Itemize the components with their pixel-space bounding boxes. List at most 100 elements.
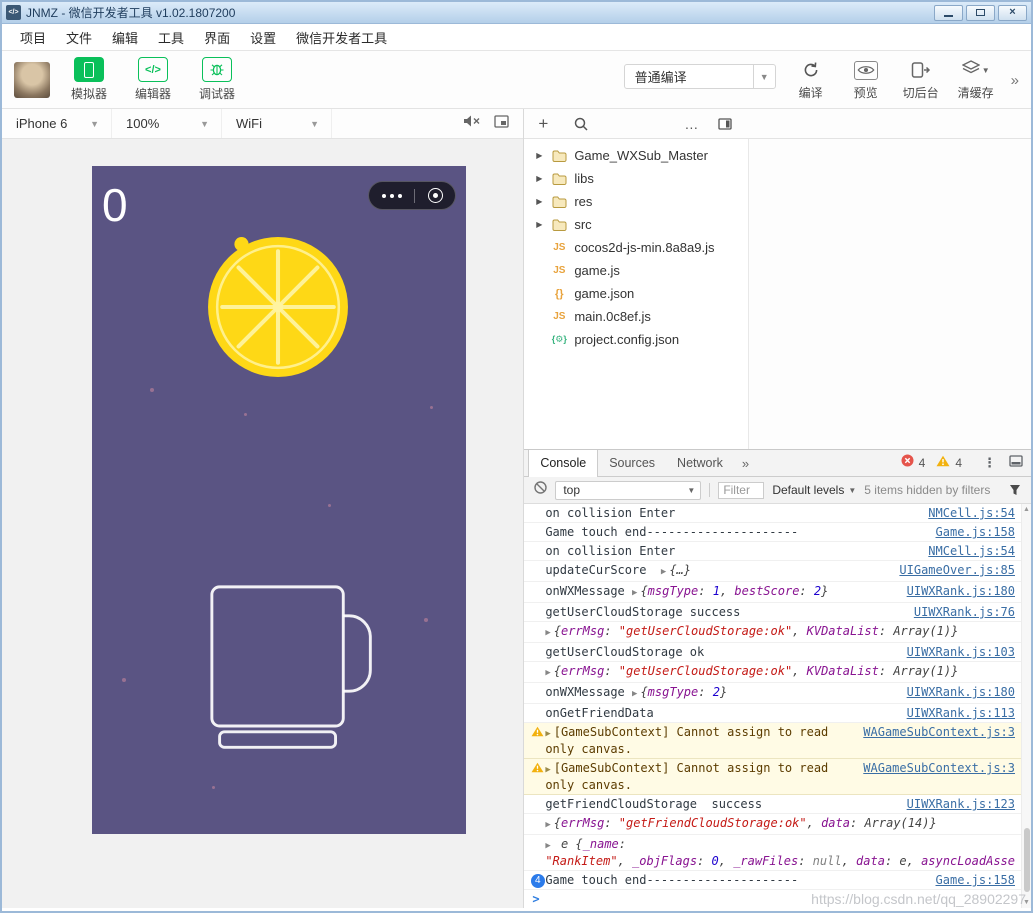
expand-arrow-icon[interactable]: ▶ [632, 588, 637, 598]
source-link[interactable]: NMCell.js:54 [928, 544, 1015, 559]
collapse-arrow-icon[interactable]: ▶ [534, 174, 544, 183]
compile-mode-select[interactable]: 普通编译 ▼ [624, 64, 776, 89]
collapse-arrow-icon[interactable]: ▶ [534, 197, 544, 206]
kebab-menu-icon[interactable]: ⋮ [983, 455, 996, 471]
collapse-arrow-icon[interactable]: ▶ [534, 151, 544, 160]
source-link[interactable]: UIWXRank.js:113 [907, 706, 1015, 721]
tree-item-file[interactable]: {}game.json [524, 282, 748, 305]
console-prompt[interactable]: > [524, 890, 1021, 908]
tree-item-folder[interactable]: ▶res [524, 190, 748, 213]
expand-arrow-icon[interactable]: ▶ [632, 689, 637, 699]
expand-arrow-icon[interactable]: ▶ [661, 567, 666, 577]
minimize-button[interactable] [934, 5, 963, 21]
tab-network[interactable]: Network [666, 450, 734, 476]
tabbar-right: 4 4 ⋮ [901, 454, 1023, 472]
more-options-icon[interactable] [382, 194, 402, 198]
scrollbar-thumb[interactable] [1024, 828, 1030, 892]
source-link[interactable]: UIGameOver.js:85 [899, 563, 1015, 578]
source-link[interactable]: UIWXRank.js:103 [907, 645, 1015, 660]
message-icon-slot [530, 624, 545, 625]
expand-arrow-icon[interactable]: ▶ [545, 668, 550, 678]
simulator-button[interactable]: 模拟器 [64, 57, 114, 102]
source-link[interactable]: UIWXRank.js:76 [914, 605, 1015, 620]
menu-item[interactable]: 编辑 [102, 28, 148, 47]
tree-item-folder[interactable]: ▶ libs [524, 167, 748, 190]
console-scrollbar[interactable]: ▲ ▼ [1021, 504, 1031, 908]
menu-item[interactable]: 设置 [240, 28, 286, 47]
debugger-button[interactable]: 调试器 [192, 57, 242, 102]
layout-toggle-icon[interactable] [718, 109, 732, 139]
close-button[interactable]: × [998, 5, 1027, 21]
scroll-up-icon[interactable]: ▲ [1022, 506, 1031, 513]
token: } [929, 816, 936, 830]
menu-item[interactable]: 项目 [10, 28, 56, 47]
menu-item[interactable]: 微信开发者工具 [286, 28, 397, 47]
message-icon-slot [530, 605, 545, 606]
menu-item[interactable]: 工具 [148, 28, 194, 47]
file-name: cocos2d-js-min.8a8a9.js [574, 240, 714, 255]
dock-side-icon[interactable] [1009, 454, 1023, 472]
toolbar-more-button[interactable]: » [1011, 72, 1019, 89]
menu-item[interactable]: 文件 [56, 28, 102, 47]
tree-item-folder[interactable]: ▶Game_WXSub_Master [524, 144, 748, 167]
tree-item-file[interactable]: JScocos2d-js-min.8a8a9.js [524, 236, 748, 259]
tabs-overflow-icon[interactable]: » [734, 456, 757, 471]
more-options-icon[interactable]: … [684, 109, 699, 139]
expand-arrow-icon[interactable]: ▶ [545, 628, 550, 638]
switch-background-button[interactable]: 切后台 [901, 58, 941, 101]
token: getUserCloudStorage success [545, 605, 740, 619]
compile-mode-value: 普通编译 [625, 67, 753, 86]
clear-console-icon[interactable] [534, 481, 547, 499]
source-link[interactable]: NMCell.js:54 [928, 506, 1015, 521]
execution-context-select[interactable]: top ▼ [555, 481, 701, 500]
file-name: libs [574, 171, 594, 186]
tree-item-file[interactable]: JSmain.0c8ef.js [524, 305, 748, 328]
collapse-arrow-icon[interactable]: ▶ [534, 220, 544, 229]
source-link[interactable]: WAGameSubContext.js:3 [863, 725, 1015, 740]
filter-input[interactable] [718, 482, 764, 499]
expand-arrow-icon[interactable]: ▶ [545, 765, 550, 775]
search-icon[interactable] [574, 109, 588, 139]
token: updateCurScore [545, 563, 661, 577]
log-levels-select[interactable]: Default levels ▼ [772, 483, 856, 497]
game-screen[interactable]: 0 [92, 166, 466, 834]
preview-button[interactable]: 预览 [846, 58, 886, 101]
js-file-icon: JS [549, 311, 569, 322]
devtools-tabs: ConsoleSourcesNetwork [528, 450, 734, 476]
tab-sources[interactable]: Sources [598, 450, 666, 476]
menu-item[interactable]: 界面 [194, 28, 240, 47]
network-value: WiFi [236, 116, 262, 131]
source-link[interactable]: Game.js:158 [936, 525, 1015, 540]
source-link[interactable]: UIWXRank.js:180 [907, 685, 1015, 700]
eye-icon [854, 61, 878, 80]
message-icon-slot [530, 706, 545, 707]
tree-item-file[interactable]: {⚙}project.config.json [524, 328, 748, 351]
titlebar: </> JNMZ - 微信开发者工具 v1.02.1807200 × [2, 2, 1031, 24]
source-link[interactable]: UIWXRank.js:123 [907, 797, 1015, 812]
float-window-icon[interactable] [494, 115, 509, 133]
zoom-value: 100% [126, 116, 159, 131]
expand-arrow-icon[interactable]: ▶ [545, 841, 550, 851]
source-link[interactable]: Game.js:158 [936, 873, 1015, 888]
tree-item-folder[interactable]: ▶src [524, 213, 748, 236]
mute-icon[interactable] [463, 114, 480, 133]
exit-icon[interactable] [428, 188, 443, 203]
clear-cache-button[interactable]: ▼ 清缓存 [956, 58, 996, 101]
toolbar-divider [709, 483, 710, 497]
device-select[interactable]: iPhone 6 ▼ [2, 109, 112, 138]
expand-arrow-icon[interactable]: ▶ [545, 820, 550, 830]
source-link[interactable]: WAGameSubContext.js:3 [863, 761, 1015, 776]
network-select[interactable]: WiFi ▼ [222, 109, 332, 138]
tree-item-file[interactable]: JSgame.js [524, 259, 748, 282]
console-settings-icon[interactable] [1009, 484, 1021, 496]
expand-arrow-icon[interactable]: ▶ [545, 729, 550, 739]
user-avatar[interactable] [14, 62, 50, 98]
tab-console[interactable]: Console [528, 450, 598, 477]
add-file-button[interactable]: + [538, 109, 548, 139]
editor-button[interactable]: </> 编辑器 [128, 57, 178, 102]
zoom-select[interactable]: 100% ▼ [112, 109, 222, 138]
scroll-down-icon[interactable]: ▼ [1022, 899, 1031, 906]
maximize-button[interactable] [966, 5, 995, 21]
compile-button[interactable]: 编译 [791, 58, 831, 101]
source-link[interactable]: UIWXRank.js:180 [907, 584, 1015, 599]
